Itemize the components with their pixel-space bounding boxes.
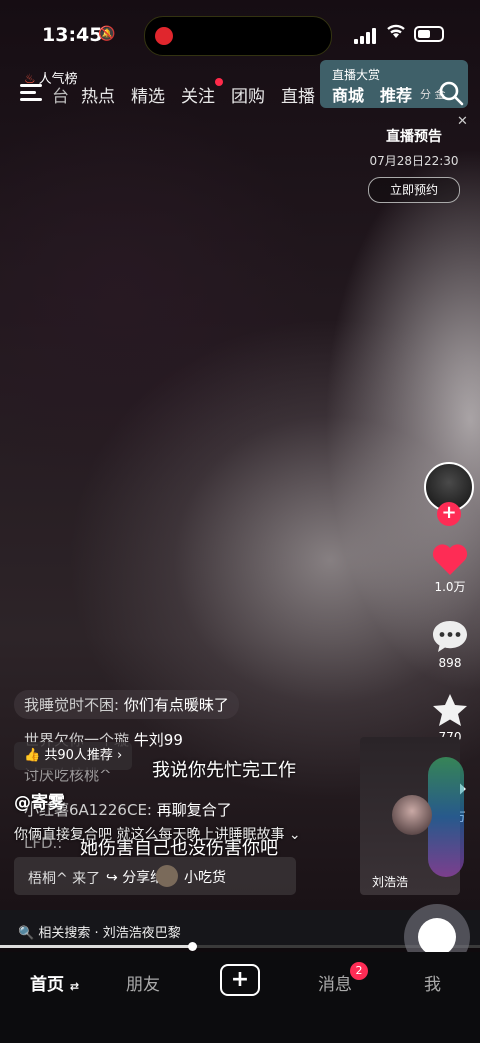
switch-icon: ⇄ [69, 980, 80, 993]
tab-messages[interactable]: 消息 [318, 970, 352, 995]
friend-name[interactable]: 小吃货 [184, 867, 226, 887]
search-icon[interactable] [438, 80, 464, 106]
bottom-tab-bar: 首页 ⇄ 朋友 + 消息 2 我 [0, 952, 480, 1043]
recommend-chip[interactable]: 👍 共90人推荐 › [14, 742, 133, 770]
friend-avatar[interactable] [156, 865, 178, 887]
tab-mall[interactable]: 商城 [332, 82, 364, 106]
banner-title: 直播大赏 [332, 68, 381, 82]
like-button[interactable]: 1.0万 [422, 542, 478, 595]
reserve-button[interactable]: 立即预约 [368, 177, 460, 203]
comment-count: 898 [438, 656, 462, 670]
gift-effect [428, 757, 464, 877]
tab-friends[interactable]: 朋友 [126, 970, 160, 995]
comment-icon [433, 621, 467, 652]
wifi-icon [385, 22, 407, 45]
like-count: 1.0万 [434, 580, 466, 594]
tab-hot[interactable]: 热点 [81, 82, 115, 107]
tab-featured[interactable]: 精选 [131, 82, 165, 107]
progress-fill [0, 945, 192, 948]
share-suggestion-bar[interactable]: 梧桐^ 来了 ↪ 分享给 小吃货 [14, 857, 296, 895]
subtitle-line-1: 我说你先忙完工作 [152, 760, 296, 781]
dynamic-island [144, 16, 332, 56]
heart-icon [432, 544, 468, 575]
battery-icon [414, 26, 444, 42]
progress-knob[interactable] [188, 942, 197, 951]
live-mini-card[interactable]: 刘浩浩 [360, 737, 464, 895]
feed-tabs: 台 热点 精选 关注 团购 直播 [52, 78, 331, 107]
related-label: 相关搜索 [38, 926, 91, 941]
search-icon: 🔍 [18, 926, 35, 941]
tab-group-buy[interactable]: 团购 [231, 82, 265, 107]
new-content-dot [215, 78, 223, 86]
live-preview-card: 直播预告 07月28日22:30 立即预约 [366, 126, 462, 203]
create-plus-button[interactable]: + [220, 964, 260, 996]
streamer-name: 刘浩浩 [372, 875, 409, 889]
tab-recommend[interactable]: 推荐 [380, 82, 412, 106]
tab-home[interactable]: 首页 ⇄ [30, 970, 79, 995]
mute-bell-icon: 🔕 [98, 26, 116, 42]
follow-plus-icon[interactable]: + [437, 502, 461, 526]
live-preview-date: 07月28日22:30 [369, 154, 459, 168]
author-handle[interactable]: @寄雾 [14, 788, 65, 813]
message-badge: 2 [350, 962, 368, 980]
signal-icon [354, 28, 378, 44]
related-query: 刘浩浩夜巴黎 [102, 926, 181, 941]
tab-me[interactable]: 我 [424, 970, 441, 995]
live-preview-title: 直播预告 [386, 129, 442, 145]
tab-live[interactable]: 直播 [281, 82, 315, 107]
tab-partial[interactable]: 台 [52, 82, 69, 107]
comment-button[interactable]: 898 [422, 618, 478, 670]
star-icon [433, 694, 467, 726]
streamer-avatar [392, 795, 432, 835]
tab-following[interactable]: 关注 [181, 78, 223, 107]
clock: 13:45 [42, 24, 103, 46]
recording-dot-icon [155, 27, 173, 45]
join-notice: 梧桐^ 来了 [28, 871, 101, 887]
comment-item: 我睡觉时不困: 你们有点暖昧了 [14, 690, 239, 719]
menu-icon[interactable] [20, 84, 44, 102]
